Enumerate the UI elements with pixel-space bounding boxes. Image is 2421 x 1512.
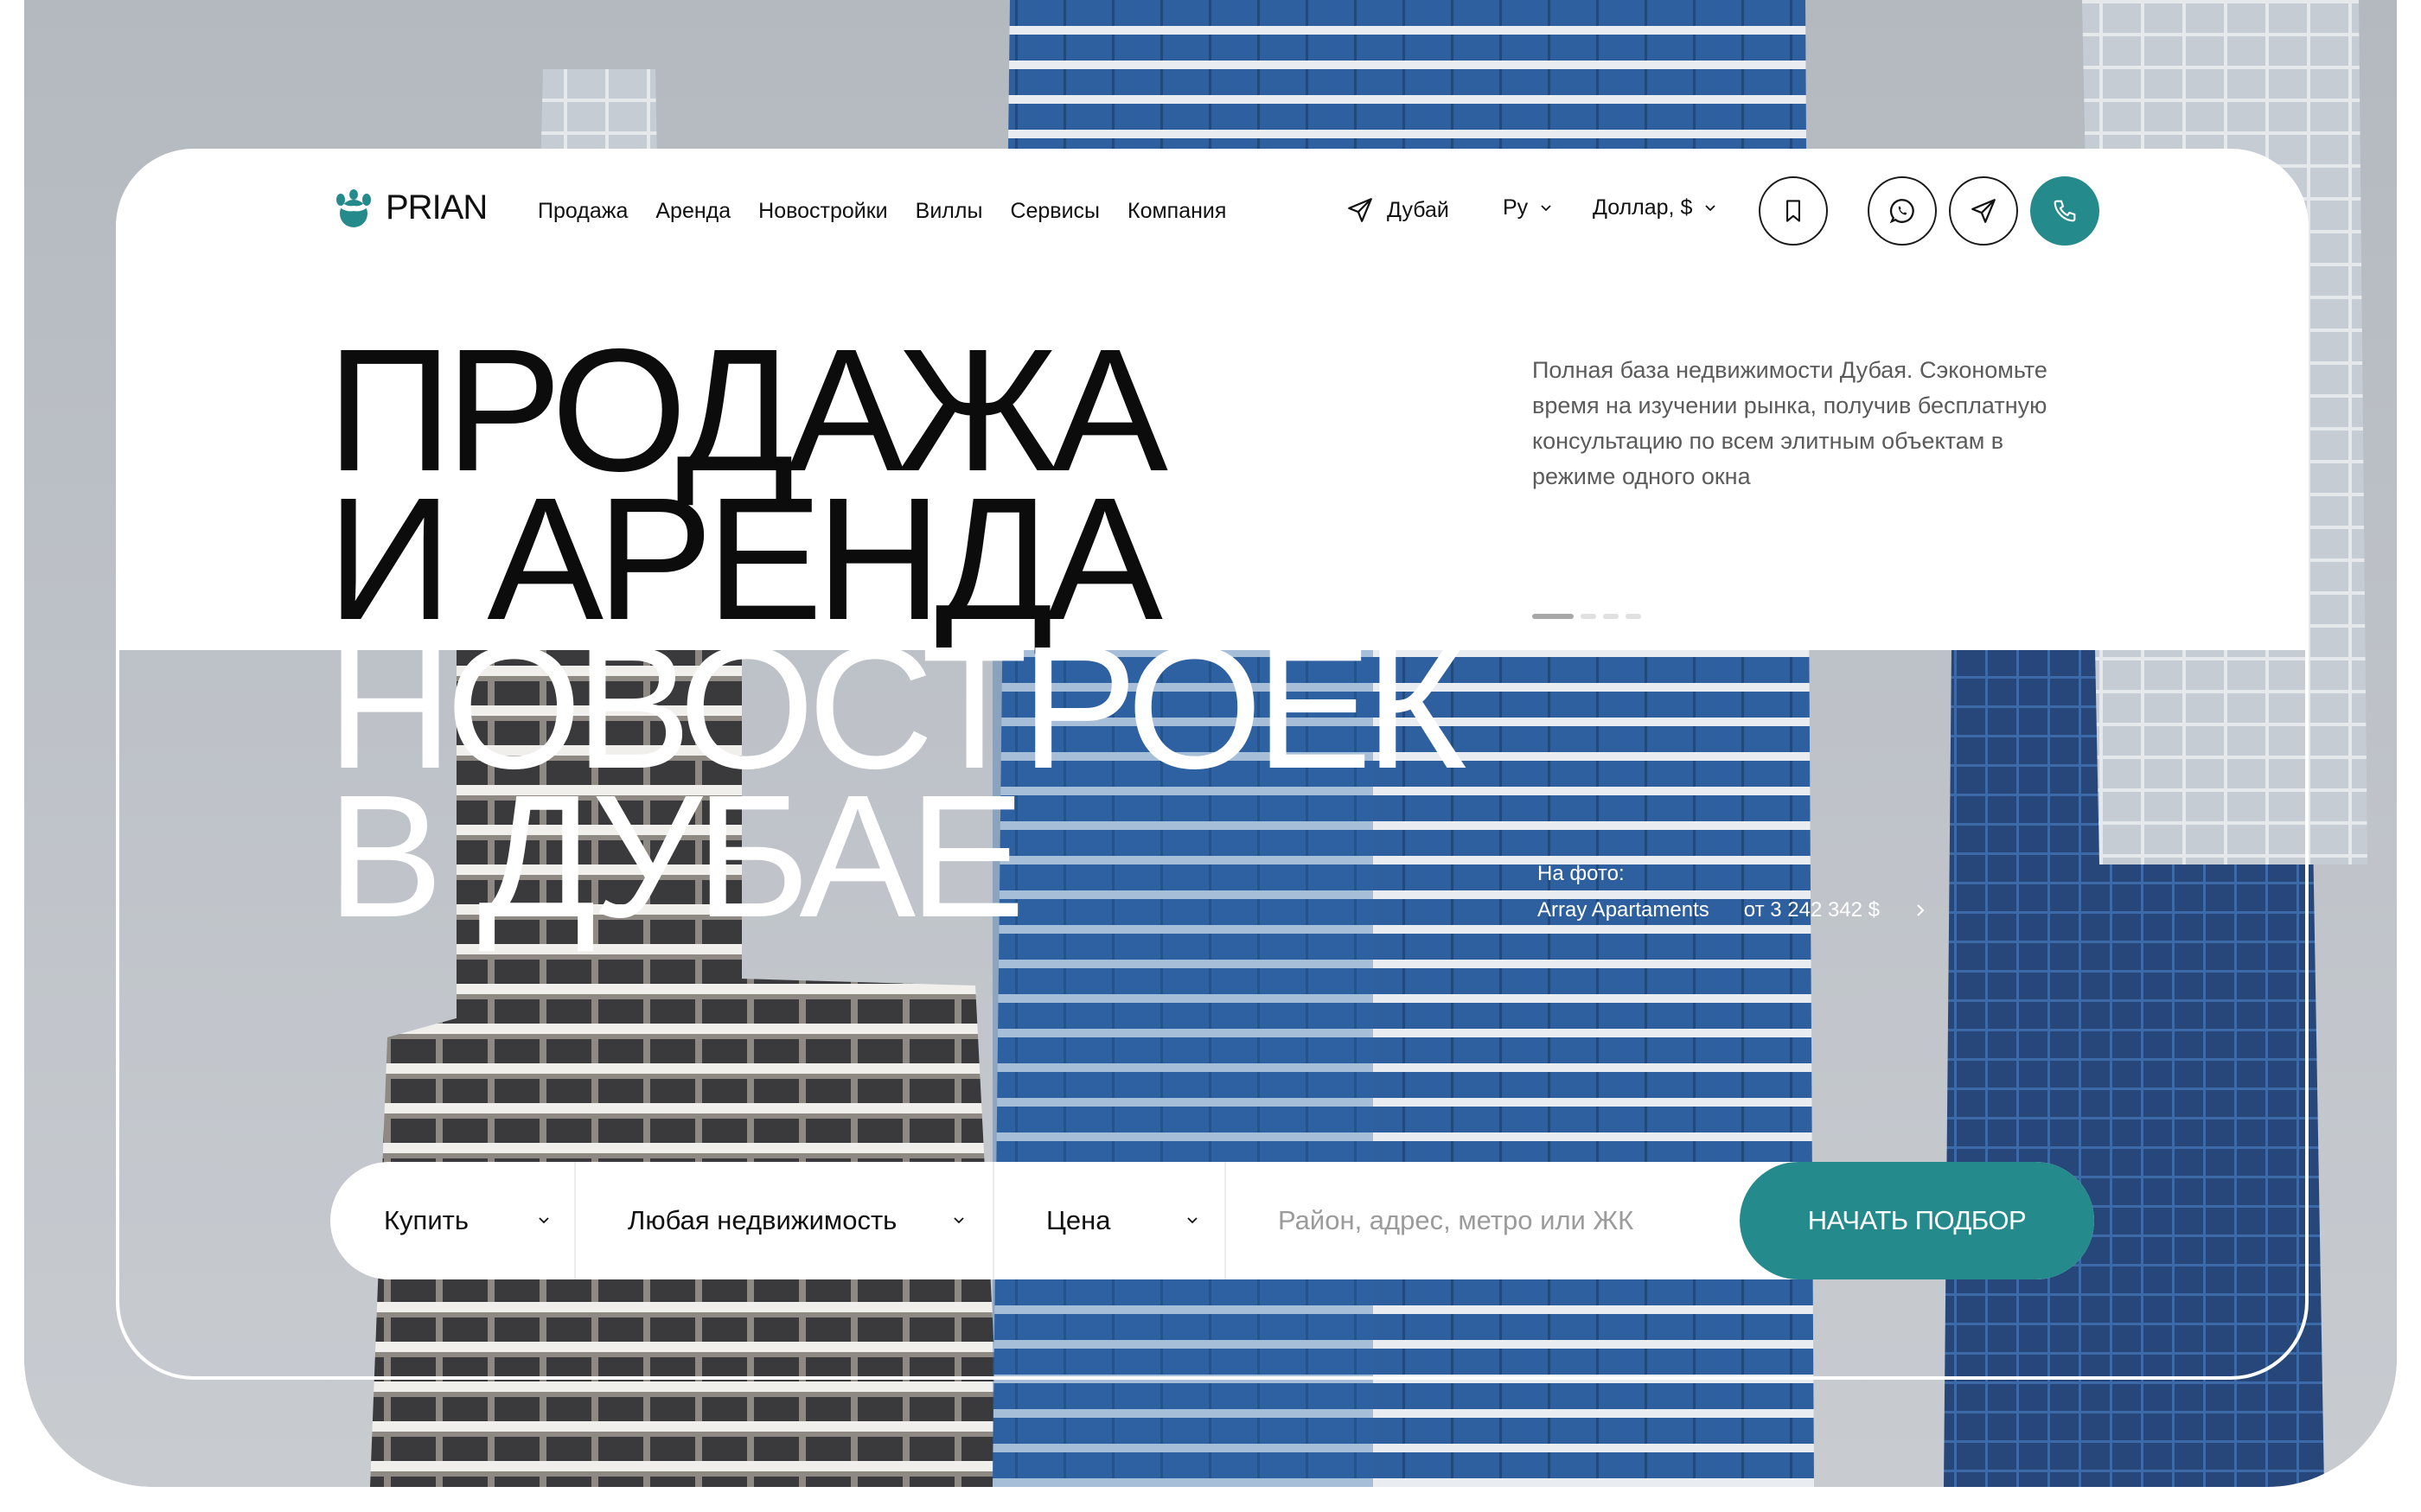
nav-item-rent[interactable]: Аренда xyxy=(655,199,731,224)
hero-description: Полная база недвижимости Дубая. Сэкономь… xyxy=(1532,357,2047,489)
slider-dot-active[interactable] xyxy=(1532,614,1574,619)
telegram-icon xyxy=(1971,199,1996,223)
nav-item-services[interactable]: Сервисы xyxy=(1010,199,1100,224)
property-search-bar: Купить Любая недвижимость Цена НАЧАТЬ ПО… xyxy=(330,1162,2094,1279)
photo-project-price: от 3 242 342 $ xyxy=(1743,898,1881,922)
property-type-value: Любая недвижимость xyxy=(628,1205,897,1235)
chevron-right-icon xyxy=(1917,904,1925,916)
chevron-down-icon xyxy=(954,1217,964,1224)
chevron-down-icon xyxy=(539,1217,549,1224)
location-arrow-icon xyxy=(1348,198,1372,222)
photo-project-link[interactable]: Array Apartaments от 3 242 342 $ xyxy=(1537,892,1926,928)
language-selector[interactable]: Ру xyxy=(1503,195,1552,220)
call-button[interactable] xyxy=(2030,176,2099,246)
chevron-down-icon xyxy=(1541,204,1551,211)
nav-item-sale[interactable]: Продажа xyxy=(538,199,628,224)
photo-project-name: Array Apartaments xyxy=(1537,898,1709,922)
slider-dot[interactable] xyxy=(1603,614,1619,619)
logo[interactable]: PRIAN xyxy=(334,188,488,227)
nav-item-new-buildings[interactable]: Новостройки xyxy=(758,199,888,224)
favorites-button[interactable] xyxy=(1759,176,1828,246)
deal-type-value: Купить xyxy=(384,1205,470,1235)
slider-dot[interactable] xyxy=(1581,614,1596,619)
location-label: Дубай xyxy=(1387,197,1449,222)
phone-icon xyxy=(2054,200,2076,222)
deal-type-select[interactable]: Купить xyxy=(330,1162,576,1279)
photo-caption: На фото: Array Apartaments от 3 242 342 … xyxy=(1537,856,1926,928)
chevron-down-icon xyxy=(1187,1217,1198,1224)
bookmark-icon xyxy=(1786,200,1800,222)
photo-caption-label: На фото: xyxy=(1537,862,1625,885)
start-search-button[interactable]: НАЧАТЬ ПОДБОР xyxy=(1740,1162,2094,1279)
main-nav: Продажа Аренда Новостройки Виллы Сервисы… xyxy=(538,199,1226,224)
whatsapp-icon xyxy=(1889,199,1914,224)
currency-label: Доллар, $ xyxy=(1593,195,1693,220)
language-label: Ру xyxy=(1503,195,1529,220)
slider-pagination xyxy=(1532,614,1641,619)
nav-item-villas[interactable]: Виллы xyxy=(916,199,983,224)
hero-title: ПРОДАЖА И АРЕНДА НОВОСТРОЕК В ДУБАЕ xyxy=(327,322,1467,943)
slider-dot[interactable] xyxy=(1626,614,1641,619)
price-value: Цена xyxy=(1046,1205,1111,1235)
location-search-input[interactable] xyxy=(1226,1162,1745,1279)
logo-text: PRIAN xyxy=(386,188,488,226)
price-select[interactable]: Цена xyxy=(994,1162,1226,1279)
telegram-button[interactable] xyxy=(1949,176,2018,246)
chevron-down-icon xyxy=(1705,204,1715,211)
nav-item-company[interactable]: Компания xyxy=(1127,199,1226,224)
logo-icon xyxy=(335,188,372,227)
whatsapp-button[interactable] xyxy=(1868,176,1937,246)
currency-selector[interactable]: Доллар, $ xyxy=(1593,195,1716,220)
location-selector[interactable]: Дубай xyxy=(1345,195,1449,225)
property-type-select[interactable]: Любая недвижимость xyxy=(576,1162,994,1279)
